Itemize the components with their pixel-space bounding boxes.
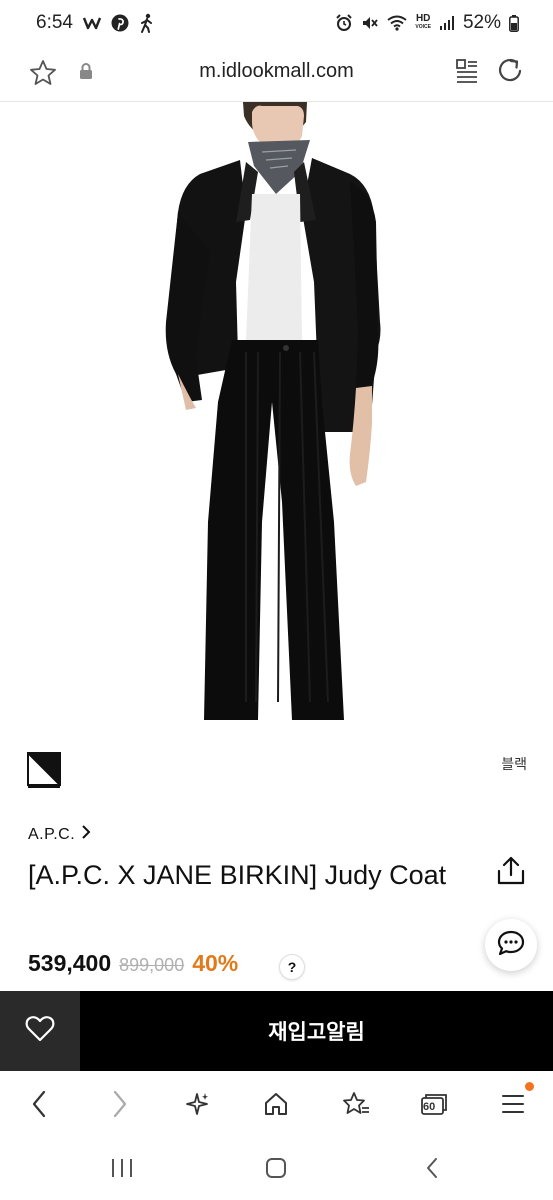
- system-back-icon[interactable]: [412, 1153, 452, 1183]
- reader-mode-icon[interactable]: [455, 58, 479, 89]
- product-title: [A.P.C. X JANE BIRKIN] Judy Coat: [28, 860, 447, 890]
- chat-button[interactable]: [485, 919, 537, 971]
- price-row: 539,400 899,000 40%: [28, 950, 238, 977]
- clock: 6:54: [36, 12, 73, 33]
- browser-url-bar: m.idlookmall.com: [0, 46, 553, 102]
- share-icon[interactable]: [495, 855, 527, 892]
- product-image[interactable]: [0, 102, 553, 720]
- wishlist-button[interactable]: [0, 991, 80, 1071]
- browser-toolbar: 60: [0, 1071, 553, 1137]
- chevron-right-icon: [81, 825, 91, 844]
- heart-icon: [25, 1015, 55, 1048]
- forward-icon[interactable]: [100, 1086, 140, 1122]
- mute-icon: [361, 14, 379, 32]
- reload-icon[interactable]: [496, 57, 524, 90]
- w-icon: [82, 16, 101, 30]
- battery-percent: 52%: [462, 12, 501, 33]
- sparkle-icon[interactable]: [177, 1086, 217, 1122]
- system-navigation-bar: [0, 1137, 553, 1200]
- tabs-icon[interactable]: 60: [414, 1086, 454, 1122]
- system-home-icon[interactable]: [256, 1153, 296, 1183]
- restock-alert-button[interactable]: 재입고알림: [80, 991, 553, 1071]
- wifi-icon: [387, 15, 408, 31]
- color-label: 블랙: [501, 757, 527, 773]
- signal-icon: [439, 15, 455, 31]
- notification-dot: [525, 1082, 534, 1091]
- walking-icon: [139, 13, 155, 33]
- color-swatch-thumbnail[interactable]: [27, 752, 61, 788]
- pinterest-icon: [111, 14, 129, 32]
- home-icon[interactable]: [256, 1086, 296, 1122]
- hd-voice-icon: HD VOICE: [415, 13, 431, 31]
- purchase-action-bar: 재입고알림: [0, 991, 553, 1071]
- original-price: 899,000: [119, 955, 185, 975]
- brand-link[interactable]: A.P.C.: [28, 825, 91, 844]
- bookmarks-icon[interactable]: [336, 1086, 376, 1122]
- discount-rate: 40%: [192, 950, 239, 976]
- status-bar: 6:54 HD VOICE 52%: [0, 0, 553, 46]
- brand-name: A.P.C.: [28, 825, 76, 843]
- chat-bubble-icon: [497, 930, 525, 961]
- back-icon[interactable]: [19, 1086, 59, 1122]
- price-info-button[interactable]: ?: [279, 954, 305, 980]
- tabs-count: 60: [423, 1101, 436, 1113]
- alarm-icon: [335, 14, 353, 32]
- battery-icon: [509, 14, 519, 32]
- recent-apps-icon[interactable]: [102, 1153, 142, 1183]
- sale-price: 539,400: [28, 950, 112, 976]
- menu-icon[interactable]: [493, 1086, 533, 1122]
